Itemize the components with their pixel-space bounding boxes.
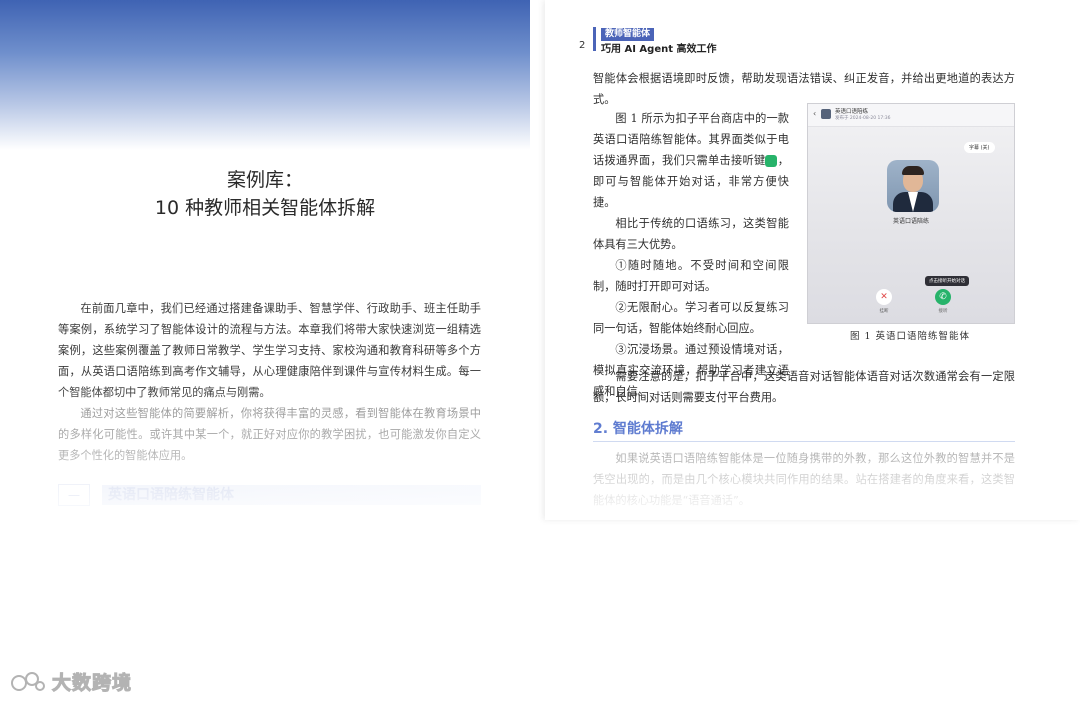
hangup-label: 挂断	[879, 309, 889, 314]
figure-intro-text-a: 图 1 所示为扣子平台商店中的一款英语口语陪练智能体。其界面类似于电话拨通界面，…	[593, 112, 789, 167]
page-number: 2	[579, 40, 586, 51]
section-heading: 2. 智能体拆解	[593, 418, 1015, 442]
figure-app-meta: 发布于 2024-08-20 17:36	[835, 116, 891, 121]
section-body: 如果说英语口语陪练智能体是一位随身携带的外教，那么这位外教的智慧并不是凭空出现的…	[593, 448, 1015, 511]
document-viewer: 案例库： 10 种教师相关智能体拆解 在前面几章中，我们已经通过搭建备课助手、智…	[0, 0, 1080, 702]
left-page: 案例库： 10 种教师相关智能体拆解 在前面几章中，我们已经通过搭建备课助手、智…	[0, 0, 530, 520]
advantage-2: ②无限耐心。学习者可以反复练习同一句话，智能体始终耐心回应。	[593, 301, 789, 335]
chapter-intro: 在前面几章中，我们已经通过搭建备课助手、智慧学伴、行政助手、班主任助手等案例，系…	[58, 298, 481, 466]
intro-paragraph-2: 通过对这些智能体的简要解析，你将获得丰富的灵感，看到智能体在教育场景中的多样化可…	[58, 407, 481, 462]
chapter-title: 案例库： 10 种教师相关智能体拆解	[0, 166, 530, 222]
text-block-note: 需要注意的是，扣子平台中，这类语音对话智能体语音对话次数通常会有一定限额，长时间…	[593, 366, 1015, 408]
watermark-text: 大数跨境	[51, 672, 133, 695]
subtitle-toggle-button: 字幕 (关)	[964, 142, 995, 153]
portrait-hair	[902, 166, 924, 175]
case-heading: 一 英语口语陪练智能体	[58, 484, 481, 506]
figure-app-name: 英语口语陪练	[835, 109, 869, 115]
figure-caption: 图 1 英语口语陪练智能体	[849, 331, 971, 342]
figure-topbar: ‹ 英语口语陪练 发布于 2024-08-20 17:36	[808, 104, 1014, 127]
intro-paragraph-1: 在前面几章中，我们已经通过搭建备课助手、智慧学伴、行政助手、班主任助手等案例，系…	[58, 302, 481, 399]
paragraph-figure-intro: 图 1 所示为扣子平台商店中的一款英语口语陪练智能体。其界面类似于电话拨通界面，…	[593, 108, 795, 213]
figure-screenshot: ‹ 英语口语陪练 发布于 2024-08-20 17:36 字幕 (关) 英语口…	[807, 103, 1015, 324]
chapter-banner	[0, 0, 530, 150]
section-paragraph: 如果说英语口语陪练智能体是一位随身携带的外教，那么这位外教的智慧并不是凭空出现的…	[593, 452, 1015, 507]
answer-call-icon: ✆	[935, 289, 951, 305]
advantage-1: ①随时随地。不受时间和空间限制，随时打开即可对话。	[593, 259, 789, 293]
agent-portrait	[887, 160, 939, 212]
paragraph-advantages: 相比于传统的口语练习，这类智能体具有三大优势。	[593, 217, 789, 251]
back-arrow-icon: ‹	[813, 109, 817, 118]
header-book-title: 巧用 AI Agent 高效工作	[601, 44, 717, 55]
text-block-side: 图 1 所示为扣子平台商店中的一款英语口语陪练智能体。其界面类似于电话拨通界面，…	[593, 108, 795, 402]
watermark-logo-icon	[11, 671, 45, 691]
watermark: 大数跨境	[10, 668, 132, 695]
header-accent-bar	[593, 27, 596, 51]
answer-label: 接听	[938, 309, 948, 314]
right-page: 2 教师智能体 巧用 AI Agent 高效工作 智能体会根据语境即时反馈，帮助…	[545, 0, 1080, 520]
phone-answer-icon: ✆	[765, 155, 795, 167]
answer-hint-tooltip: 点击接听开始对话	[925, 276, 969, 286]
hangup-icon: ✕	[876, 289, 892, 305]
paragraph-note: 需要注意的是，扣子平台中，这类语音对话智能体语音对话次数通常会有一定限额，长时间…	[593, 370, 1015, 404]
chapter-title-line1: 案例库：	[226, 169, 303, 191]
figure-agent-name: 英语口语陪练	[892, 218, 929, 225]
chapter-title-line2: 10 种教师相关智能体拆解	[154, 197, 376, 219]
case-number: 一	[58, 484, 90, 506]
case-title: 英语口语陪练智能体	[102, 485, 481, 505]
agent-avatar-small	[821, 109, 831, 119]
